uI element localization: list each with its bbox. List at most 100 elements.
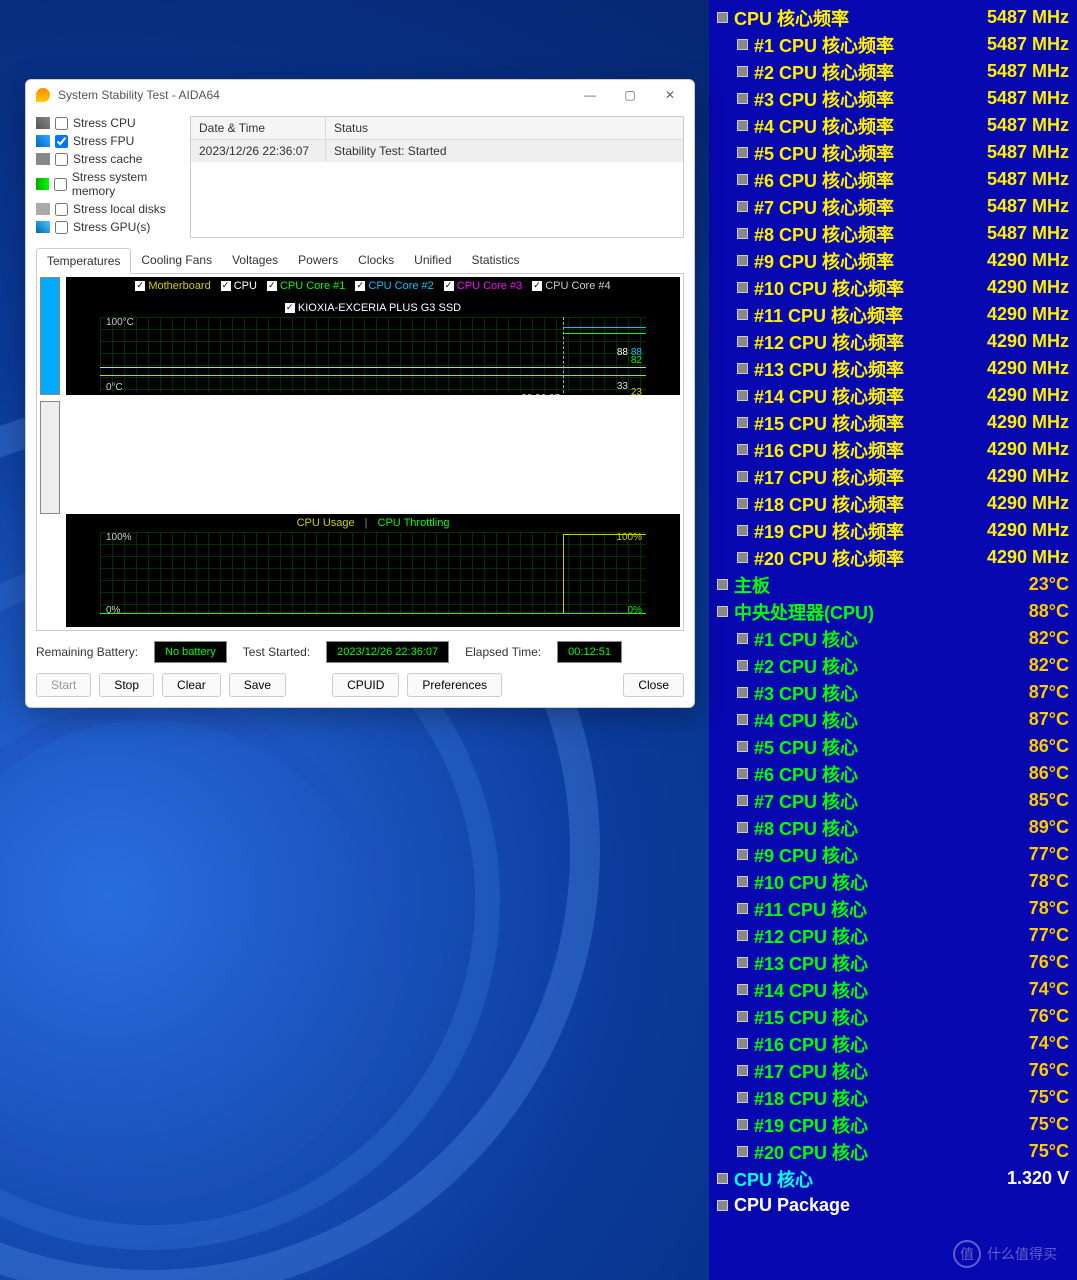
osd-value: 75°C — [1029, 1114, 1069, 1135]
stress-cpu-checkbox[interactable] — [55, 117, 68, 130]
col-status: Status — [326, 117, 683, 139]
osd-label: #5 CPU 核心频率 — [754, 140, 894, 166]
sensor-icon — [737, 687, 748, 698]
stop-button[interactable]: Stop — [99, 673, 154, 697]
osd-row: #19 CPU 核心 75°C — [717, 1111, 1069, 1138]
osd-value: 74°C — [1029, 979, 1069, 1000]
sensor-icon — [737, 795, 748, 806]
tab-unified[interactable]: Unified — [404, 248, 461, 273]
watermark-logo-icon: 值 — [953, 1240, 981, 1268]
sensor-icon — [737, 255, 748, 266]
trace-usage — [564, 534, 646, 535]
temp-scrollbar[interactable] — [40, 277, 60, 395]
sensor-icon — [737, 147, 748, 158]
legend-item[interactable]: CPU Core #2 — [355, 280, 433, 292]
usage-scrollbar[interactable] — [40, 401, 60, 514]
osd-row: #2 CPU 核心82°C — [717, 652, 1069, 679]
tab-temperatures[interactable]: Temperatures — [36, 248, 131, 274]
stress-cache[interactable]: Stress cache — [36, 152, 184, 166]
maximize-button[interactable]: ▢ — [610, 82, 650, 108]
cpuid-button[interactable]: CPUID — [332, 673, 399, 697]
titlebar[interactable]: System Stability Test - AIDA64 — ▢ ✕ — [26, 80, 694, 110]
osd-value: 4290 MHz — [987, 520, 1069, 541]
osd-value: 76°C — [1029, 1060, 1069, 1081]
usage-graph: CPU Usage | CPU Throttling 100% 0% 100% … — [66, 514, 680, 627]
checkbox-icon — [532, 281, 542, 291]
osd-value: 78°C — [1029, 871, 1069, 892]
osd-value: 5487 MHz — [987, 34, 1069, 55]
tab-cooling-fans[interactable]: Cooling Fans — [131, 248, 222, 273]
sensor-icon — [737, 309, 748, 320]
event-log: Date & Time Status 2023/12/26 22:36:07 S… — [190, 116, 684, 238]
save-button[interactable]: Save — [229, 673, 286, 697]
stress-mem-checkbox[interactable] — [54, 178, 67, 191]
osd-row: #16 CPU 核心74°C — [717, 1030, 1069, 1057]
checkbox-label: Stress FPU — [73, 134, 134, 148]
stress-gpu[interactable]: Stress GPU(s) — [36, 220, 184, 234]
aida64-window[interactable]: System Stability Test - AIDA64 — ▢ ✕ Str… — [25, 79, 695, 708]
tab-voltages[interactable]: Voltages — [222, 248, 288, 273]
sensor-icon — [737, 1011, 748, 1022]
legend-item[interactable]: CPU — [221, 280, 257, 292]
osd-row: #4 CPU 核心87°C — [717, 706, 1069, 733]
osd-row: CPU 核心1.320 V — [717, 1165, 1069, 1192]
close-button[interactable]: ✕ — [650, 82, 690, 108]
tab-clocks[interactable]: Clocks — [348, 248, 404, 273]
tab-statistics[interactable]: Statistics — [462, 248, 530, 273]
sensor-icon — [737, 66, 748, 77]
osd-value: 5487 MHz — [987, 223, 1069, 244]
osd-value: 85°C — [1029, 790, 1069, 811]
checkbox-label: Stress GPU(s) — [73, 220, 150, 234]
osd-value: 77°C — [1029, 925, 1069, 946]
clear-button[interactable]: Clear — [162, 673, 221, 697]
sensor-icon — [737, 228, 748, 239]
legend-item[interactable]: CPU Core #3 — [444, 280, 522, 292]
start-button[interactable]: Start — [36, 673, 91, 697]
legend-item[interactable]: CPU Core #1 — [267, 280, 345, 292]
osd-row: #10 CPU 核心78°C — [717, 868, 1069, 895]
osd-row: 主板23°C — [717, 571, 1069, 598]
osd-value: 4290 MHz — [987, 385, 1069, 406]
stress-fpu[interactable]: Stress FPU — [36, 134, 184, 148]
tab-powers[interactable]: Powers — [288, 248, 348, 273]
event-status: Stability Test: Started — [326, 140, 683, 162]
stress-disk[interactable]: Stress local disks — [36, 202, 184, 216]
osd-row: #3 CPU 核心87°C — [717, 679, 1069, 706]
y-bot-u: 0% — [106, 605, 120, 616]
osd-label: CPU Package — [734, 1195, 850, 1216]
stress-disk-checkbox[interactable] — [55, 203, 68, 216]
minimize-button[interactable]: — — [570, 82, 610, 108]
osd-label: #13 CPU 核心 — [754, 950, 868, 976]
osd-row: 中央处理器(CPU)88°C — [717, 598, 1069, 625]
osd-label: #19 CPU 核心 — [754, 1112, 868, 1138]
osd-row: CPU 核心频率5487 MHz — [717, 4, 1069, 31]
stress-fpu-checkbox[interactable] — [55, 135, 68, 148]
stress-cpu[interactable]: Stress CPU — [36, 116, 184, 130]
osd-label: #5 CPU 核心 — [754, 734, 858, 760]
stress-mem[interactable]: Stress system memory — [36, 170, 184, 198]
battery-value: No battery — [154, 641, 227, 663]
osd-value: 4290 MHz — [987, 277, 1069, 298]
osd-label: #16 CPU 核心频率 — [754, 437, 904, 463]
sensor-icon — [717, 12, 728, 23]
sensor-icon — [737, 444, 748, 455]
legend-item[interactable]: CPU Core #4 — [532, 280, 610, 292]
osd-row: #18 CPU 核心75°C — [717, 1084, 1069, 1111]
osd-label: #15 CPU 核心 — [754, 1004, 868, 1030]
legend-item[interactable]: KIOXIA-EXCERIA PLUS G3 SSD — [285, 302, 461, 314]
osd-label: #1 CPU 核心 — [754, 626, 858, 652]
osd-row: #7 CPU 核心频率5487 MHz — [717, 193, 1069, 220]
legend-item: CPU Usage — [297, 517, 355, 529]
legend-item[interactable]: Motherboard — [135, 280, 210, 292]
close-window-button[interactable]: Close — [623, 673, 684, 697]
osd-row: #1 CPU 核心82°C — [717, 625, 1069, 652]
sensor-icon — [737, 390, 748, 401]
sensor-icon — [717, 1200, 728, 1211]
stress-gpu-checkbox[interactable] — [55, 221, 68, 234]
event-datetime: 2023/12/26 22:36:07 — [191, 140, 326, 162]
stress-cache-checkbox[interactable] — [55, 153, 68, 166]
preferences-button[interactable]: Preferences — [407, 673, 502, 697]
osd-row: #17 CPU 核心76°C — [717, 1057, 1069, 1084]
osd-value: 5487 MHz — [987, 169, 1069, 190]
sensor-icon — [737, 552, 748, 563]
